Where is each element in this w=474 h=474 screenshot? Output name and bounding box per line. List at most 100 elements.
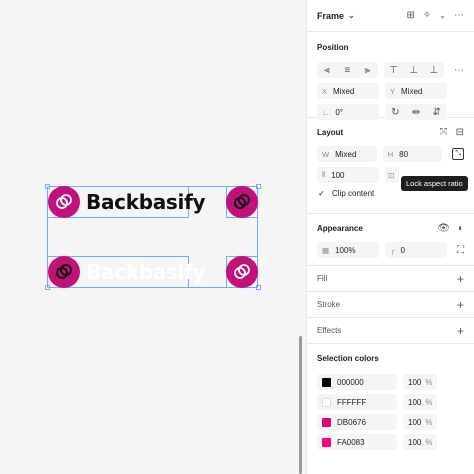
horizontal-align-group: ⫷ ≡ ⫸ <box>317 62 378 78</box>
corner-radius-icon: ╭ <box>390 245 395 255</box>
color-opacity: 100 <box>408 437 422 447</box>
appearance-title: Appearance <box>317 223 363 233</box>
selection-color-row[interactable]: FA0083 100 % <box>307 432 474 452</box>
align-middle-v-icon[interactable]: ⊥ <box>409 65 418 76</box>
auto-layout-icon[interactable]: ⊟ <box>456 127 464 138</box>
backbasify-icon-dark[interactable] <box>226 186 258 218</box>
color-swatch[interactable] <box>322 397 331 407</box>
add-effect-icon[interactable]: + <box>457 324 464 338</box>
y-label: Y <box>390 86 396 96</box>
color-swatch[interactable] <box>322 437 331 447</box>
fill-title: Fill <box>317 274 328 283</box>
wordmark-light[interactable]: Backbasify <box>86 260 206 284</box>
selection-color-row[interactable]: FFFFFF 100 % <box>307 392 474 412</box>
more-align-icon[interactable]: ⋯ <box>454 65 464 76</box>
color-opacity: 100 <box>408 417 422 427</box>
collapse-icon[interactable]: ⤧ <box>440 127 448 138</box>
height-field[interactable]: H 80 <box>382 146 443 162</box>
canvas-scrollbar[interactable] <box>299 336 302 474</box>
logo-glyph-icon <box>234 264 250 279</box>
chevron-down-icon[interactable]: ⌄ <box>439 11 446 20</box>
color-swatch[interactable] <box>322 377 331 387</box>
more-options-icon[interactable]: ⋯ <box>454 10 464 21</box>
color-opacity: 100 <box>408 377 422 387</box>
eye-icon[interactable]: 👁 <box>437 223 450 234</box>
selection-color-row[interactable]: 000000 100 % <box>307 372 474 392</box>
w-label: W <box>322 149 330 159</box>
position-section: Position ⫷ ≡ ⫸ ⊤ ⊥ ⊥ ⋯ X Mixed Y Mixed ∟… <box>307 32 474 120</box>
layer-type-dropdown[interactable]: Frame ⌄ <box>317 11 355 21</box>
wordmark-dark[interactable]: Backbasify <box>86 190 206 214</box>
percent-label: % <box>425 437 433 447</box>
color-hex-field[interactable]: DB0676 <box>317 414 397 430</box>
logo-glyph-icon <box>56 264 72 279</box>
position-title: Position <box>317 42 349 52</box>
selection-color-row[interactable]: DB0676 100 % <box>307 412 474 432</box>
padding-field[interactable]: ⊡ <box>385 167 399 183</box>
rotation-icon: ∟ <box>322 107 330 117</box>
opacity-field[interactable]: ▦ 100% <box>317 242 379 258</box>
selection-colors-section: Selection colors 000000 100 % FFFFFF 100… <box>307 344 474 452</box>
clip-content-checkbox[interactable]: ✓ <box>317 189 326 198</box>
align-left-icon[interactable]: ⫷ <box>324 65 330 76</box>
flip-horizontal-icon[interactable]: ⇹ <box>412 107 420 118</box>
effects-title: Effects <box>317 326 342 335</box>
logo-glyph-icon <box>234 194 250 209</box>
color-hex-field[interactable]: 000000 <box>317 374 397 390</box>
x-position-field[interactable]: X Mixed <box>317 83 379 99</box>
color-opacity-field[interactable]: 100 % <box>403 414 437 430</box>
gap-field[interactable]: ⫴ 100 <box>317 167 379 183</box>
backbasify-logo-mark[interactable] <box>48 186 80 218</box>
grid-icon[interactable]: ⊞ <box>407 10 415 21</box>
selection-colors-title: Selection colors <box>317 353 379 363</box>
clip-content-label: Clip content <box>332 189 375 198</box>
opacity-icon: ▦ <box>322 245 330 255</box>
flip-vertical-icon[interactable]: ⇵ <box>432 107 440 118</box>
color-opacity-field[interactable]: 100 % <box>403 374 437 390</box>
align-center-h-icon[interactable]: ≡ <box>344 65 350 76</box>
independent-corners-icon[interactable]: ⛶ <box>457 245 464 256</box>
logo-glyph-icon <box>56 194 72 209</box>
percent-label: % <box>425 377 433 387</box>
h-label: H <box>387 149 394 159</box>
backbasify-icon-light[interactable] <box>226 256 258 288</box>
rotate-icon[interactable]: ↻ <box>391 107 399 118</box>
align-bottom-icon[interactable]: ⊥ <box>430 65 439 76</box>
gap-value: 100 <box>331 170 345 180</box>
stroke-section[interactable]: Stroke + <box>307 292 474 318</box>
add-fill-icon[interactable]: + <box>457 272 464 286</box>
appearance-section: Appearance 👁 ◐ ▦ 100% ╭ 0 ⛶ <box>307 214 474 266</box>
padding-icon: ⊡ <box>388 170 395 180</box>
color-opacity-field[interactable]: 100 % <box>403 434 437 450</box>
vertical-align-group: ⊤ ⊥ ⊥ <box>383 62 444 78</box>
layout-title: Layout <box>317 127 344 137</box>
chevron-down-icon: ⌄ <box>348 11 355 20</box>
stroke-title: Stroke <box>317 300 341 309</box>
color-hex: DB0676 <box>337 417 366 427</box>
layout-section: Layout ⤧ ⊟ W Mixed H 80 ⤡ ⫴ 100 ⊡ ✓ Clip… <box>307 118 474 214</box>
color-hex: FFFFFF <box>337 397 367 407</box>
color-hex-field[interactable]: FA0083 <box>317 434 397 450</box>
color-swatch[interactable] <box>322 417 331 427</box>
backbasify-logo-mark-light[interactable] <box>48 256 80 288</box>
color-hex-field[interactable]: FFFFFF <box>317 394 397 410</box>
color-opacity-field[interactable]: 100 % <box>403 394 437 410</box>
drop-icon[interactable]: ◐ <box>458 223 464 234</box>
opacity-value: 100% <box>335 245 356 255</box>
layer-type-label: Frame <box>317 10 345 21</box>
fill-section[interactable]: Fill + <box>307 266 474 292</box>
w-value: Mixed <box>335 149 357 159</box>
corner-radius-field[interactable]: ╭ 0 <box>385 242 447 258</box>
align-right-icon[interactable]: ⫸ <box>365 65 371 76</box>
width-field[interactable]: W Mixed <box>317 146 377 162</box>
add-stroke-icon[interactable]: + <box>457 298 464 312</box>
design-canvas[interactable]: Backbasify Backbasify <box>0 0 306 474</box>
align-top-icon[interactable]: ⊤ <box>389 65 398 76</box>
effects-section[interactable]: Effects + <box>307 318 474 344</box>
lock-aspect-ratio-icon[interactable]: ⤡ <box>452 148 464 160</box>
y-value: Mixed <box>401 86 423 96</box>
gap-icon: ⫴ <box>322 170 326 179</box>
component-icon[interactable]: ✧ <box>423 10 431 21</box>
y-position-field[interactable]: Y Mixed <box>385 83 447 99</box>
percent-label: % <box>425 397 433 407</box>
